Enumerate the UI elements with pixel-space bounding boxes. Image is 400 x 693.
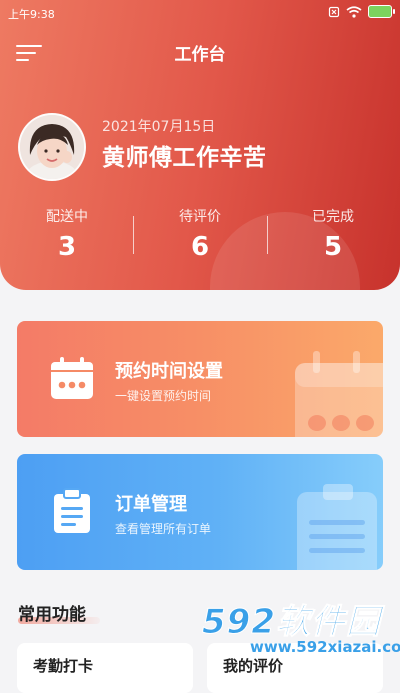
calendar-icon	[51, 357, 93, 399]
stat-completed[interactable]: 已完成 5	[266, 206, 400, 262]
section-title: 常用功能	[18, 605, 86, 625]
stat-delivering[interactable]: 配送中 3	[0, 206, 134, 262]
order-management-card[interactable]: 订单管理 查看管理所有订单	[17, 454, 383, 570]
page-title: 工作台	[174, 45, 226, 65]
avatar-portrait-icon	[20, 115, 84, 179]
card-title: 订单管理	[115, 494, 187, 515]
calendar-decoration-icon	[295, 351, 383, 437]
clipboard-icon	[54, 488, 90, 533]
watermark-url-text: www.592xiazai.com	[250, 638, 400, 656]
stat-pending-review[interactable]: 待评价 6	[133, 206, 267, 262]
sim-error-icon	[328, 6, 340, 17]
stats-row: 配送中 3 待评价 6 已完成 5	[0, 206, 400, 266]
clipboard-decoration-icon	[297, 484, 377, 570]
status-bar: 上午9:38	[0, 0, 400, 26]
status-time: 上午9:38	[8, 8, 55, 21]
wifi-icon	[346, 5, 362, 18]
battery-icon	[368, 5, 395, 18]
stat-label: 配送中	[46, 209, 88, 225]
stat-label: 已完成	[312, 209, 354, 225]
appointment-time-card[interactable]: 预约时间设置 一键设置预约时间	[17, 321, 383, 437]
attendance-checkin-button[interactable]: 考勤打卡	[17, 643, 193, 693]
greeting-text: 黄师傅工作辛苦	[102, 145, 267, 171]
stat-value: 3	[57, 232, 77, 262]
stat-value: 5	[323, 232, 343, 262]
date-text: 2021年07月15日	[102, 119, 216, 135]
stat-value: 6	[190, 232, 210, 262]
stat-label: 待评价	[179, 209, 221, 225]
status-icons	[328, 5, 395, 18]
watermark-main-text: 592软件园	[202, 602, 381, 643]
card-subtitle: 查看管理所有订单	[115, 522, 212, 536]
avatar[interactable]	[18, 113, 86, 181]
watermark-logo: 592软件园 www.592xiazai.com	[196, 590, 400, 666]
card-title: 预约时间设置	[115, 361, 223, 382]
card-subtitle: 一键设置预约时间	[115, 389, 212, 403]
header-panel: 上午9:38 工作台 2021年07月15日 黄师傅工作辛苦 配送中 3 待评价…	[0, 0, 400, 290]
